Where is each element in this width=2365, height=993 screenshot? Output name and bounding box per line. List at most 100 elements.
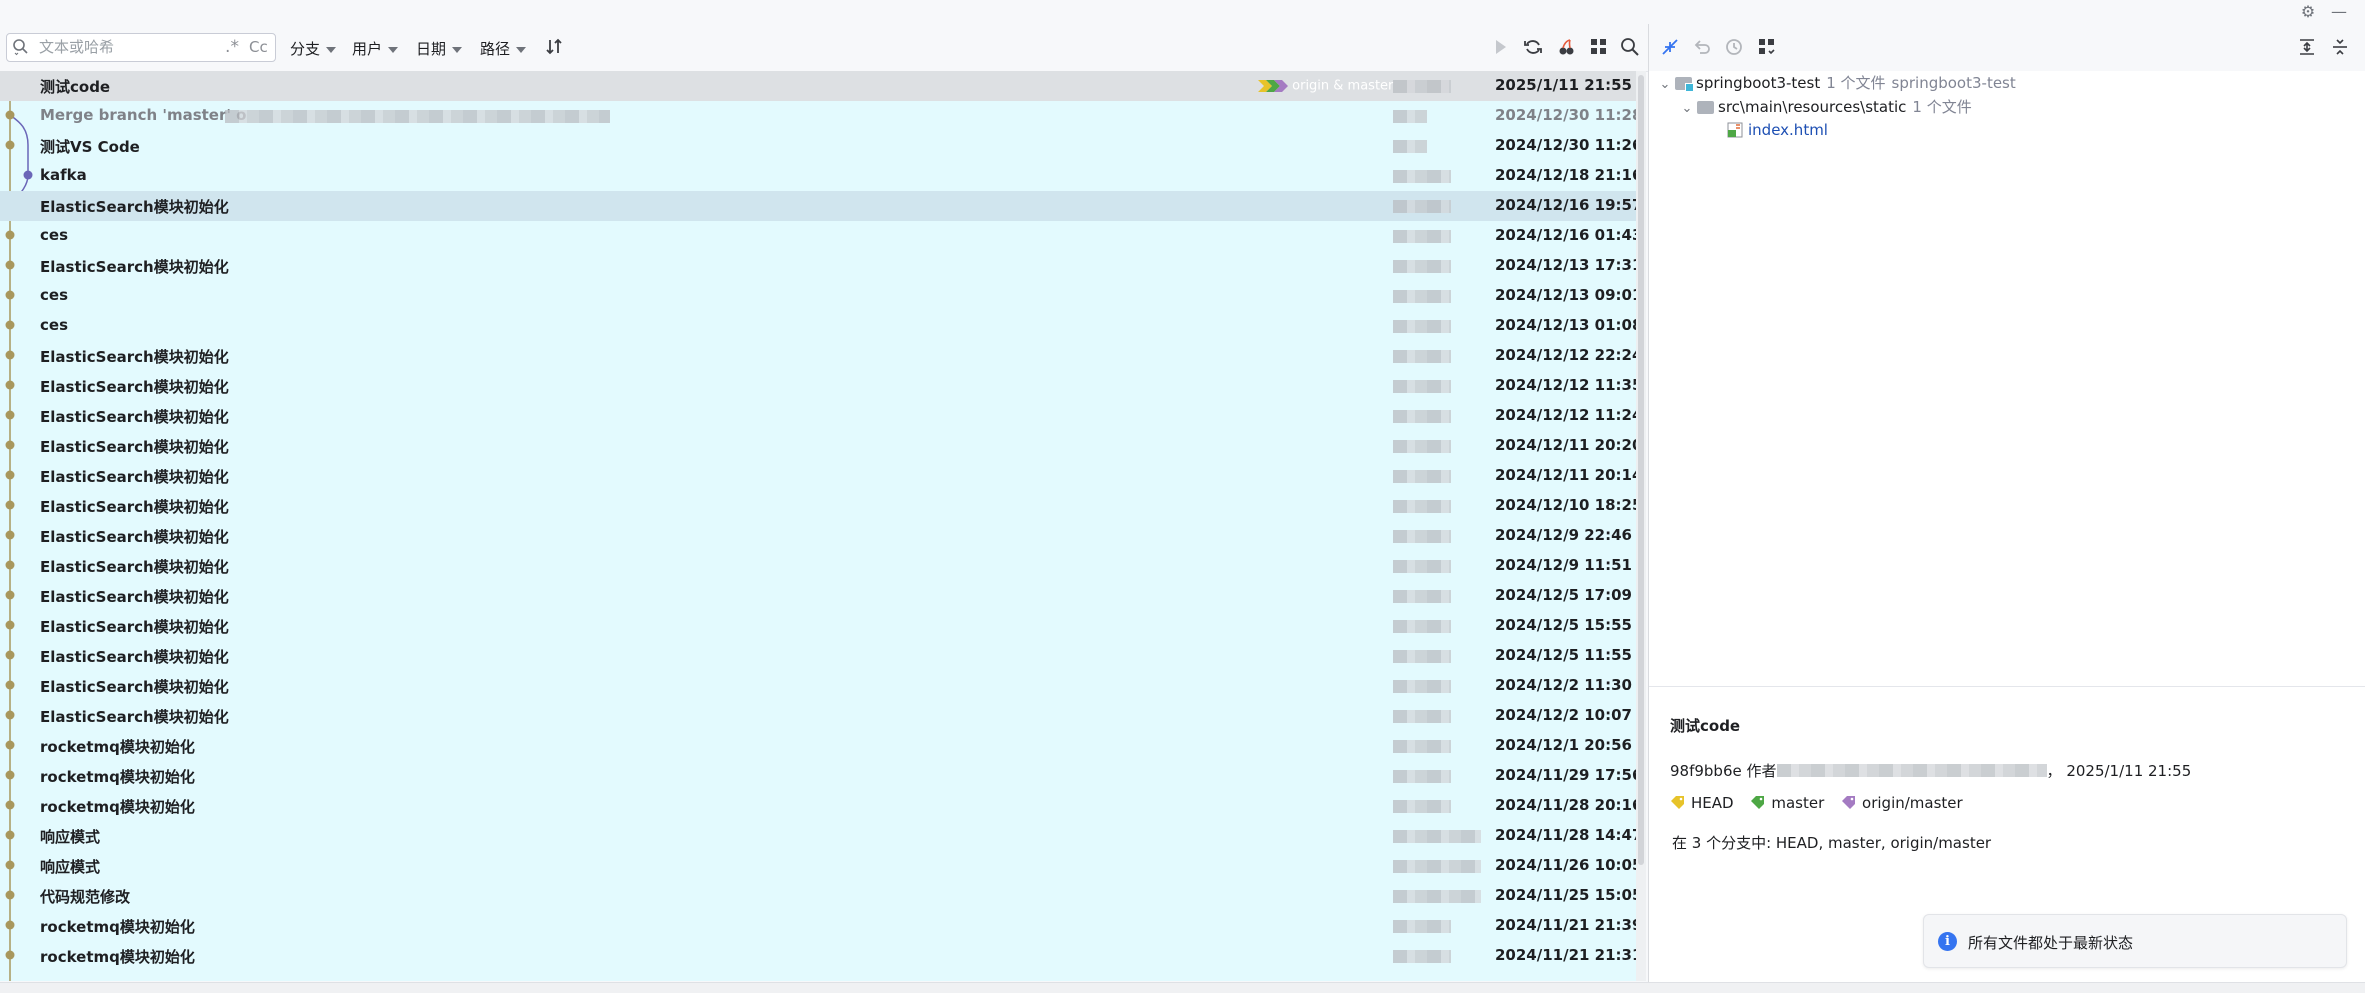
- commit-row[interactable]: ces 2024/12/13 01:08: [0, 311, 1636, 341]
- commit-date: 2024/12/30 11:26: [1495, 136, 1636, 154]
- commit-row[interactable]: ElasticSearch模块初始化 2024/12/12 22:24: [0, 341, 1636, 371]
- date-filter-dropdown[interactable]: 日期: [416, 38, 463, 58]
- redacted-author: [1393, 260, 1451, 273]
- notification-balloon[interactable]: i 所有文件都处于最新状态: [1923, 914, 2347, 968]
- commit-row[interactable]: ElasticSearch模块初始化 2024/12/13 17:31: [0, 251, 1636, 281]
- commit-date: 2024/12/13 09:01: [1495, 286, 1636, 304]
- redacted-author: [1393, 500, 1451, 513]
- commit-row[interactable]: ElasticSearch模块初始化 2024/12/2 11:30: [0, 671, 1636, 701]
- commit-subject: ElasticSearch模块初始化: [40, 558, 229, 576]
- commit-row[interactable]: rocketmq模块初始化 2024/11/21 21:31: [0, 941, 1636, 971]
- commit-row[interactable]: ElasticSearch模块初始化 2024/12/11 20:14: [0, 461, 1636, 491]
- commit-row[interactable]: ElasticSearch模块初始化 2024/12/5 15:55: [0, 611, 1636, 641]
- search-input[interactable]: [39, 37, 209, 57]
- cherry-pick-run-icon[interactable]: [1489, 36, 1511, 58]
- contained-in-branches: 在 3 个分支中: HEAD, master, origin/master: [1672, 834, 1992, 852]
- find-icon[interactable]: [1619, 36, 1641, 58]
- redacted-author: [1393, 710, 1451, 723]
- tree-node-folder[interactable]: ⌄ src\main\resources\static 1 个文件: [1679, 96, 1972, 118]
- module-label: springboot3-test: [1891, 74, 2016, 92]
- expand-all-icon[interactable]: [2296, 36, 2318, 58]
- commit-row[interactable]: ElasticSearch模块初始化 2024/12/10 18:25: [0, 491, 1636, 521]
- scroll-thumb[interactable]: [1638, 75, 1644, 865]
- commit-row[interactable]: ElasticSearch模块初始化 2024/12/16 19:57: [0, 191, 1636, 221]
- commit-date: 2024/11/29 17:56: [1495, 766, 1636, 784]
- commit-subject: ElasticSearch模块初始化: [40, 408, 229, 426]
- commit-row[interactable]: 响应模式 2024/11/26 10:05: [0, 851, 1636, 881]
- commit-row[interactable]: rocketmq模块初始化 2024/11/21 21:39: [0, 911, 1636, 941]
- ref-labels-text: origin & master: [1292, 78, 1394, 94]
- path-filter-dropdown[interactable]: 路径: [480, 38, 527, 58]
- path-filter-label: 路径: [480, 40, 511, 58]
- commit-date: 2024/12/2 11:30: [1495, 676, 1632, 694]
- commit-row[interactable]: ElasticSearch模块初始化 2024/12/5 17:09: [0, 581, 1636, 611]
- history-icon[interactable]: [1723, 36, 1745, 58]
- commit-row[interactable]: rocketmq模块初始化 2024/11/28 20:16: [0, 791, 1636, 821]
- commit-row[interactable]: kafka 2024/12/18 21:16: [0, 161, 1636, 191]
- commit-row[interactable]: ElasticSearch模块初始化 2024/12/9 11:51: [0, 551, 1636, 581]
- title-strip: ⚙ —: [0, 0, 2365, 25]
- search-icon: [13, 39, 28, 56]
- sort-icon[interactable]: [544, 36, 566, 58]
- changed-files-tree[interactable]: ⌄ springboot3-test 1 个文件 springboot3-test ⌄…: [1649, 71, 2365, 687]
- commit-row[interactable]: rocketmq模块初始化 2024/11/29 17:56: [0, 761, 1636, 791]
- commit-row[interactable]: ces 2024/12/13 09:01: [0, 281, 1636, 311]
- minimize-icon[interactable]: —: [2330, 3, 2348, 21]
- settings-gear-icon[interactable]: ⚙: [2299, 3, 2317, 21]
- commit-row[interactable]: 代码规范修改 2024/11/25 15:05: [0, 881, 1636, 911]
- commit-list[interactable]: 测试code origin & master 2025/1/11 21:55 Mer…: [0, 71, 1636, 981]
- log-toolbar: .* Cc 分支 用户 日期 路径: [0, 24, 1648, 72]
- chevron-down-icon[interactable]: ⌄: [1679, 101, 1695, 116]
- commit-row[interactable]: rocketmq模块初始化 2024/12/1 20:56: [0, 731, 1636, 761]
- commit-date: 2024/11/28 20:16: [1495, 796, 1636, 814]
- changes-toolbar: [1649, 24, 2365, 71]
- commit-row[interactable]: ElasticSearch模块初始化 2024/12/12 11:35: [0, 371, 1636, 401]
- commit-hash[interactable]: 98f9bb6e: [1670, 762, 1742, 780]
- ref-labels: origin & master: [1258, 78, 1393, 96]
- search-box[interactable]: .* Cc: [6, 33, 276, 62]
- commit-row[interactable]: ElasticSearch模块初始化 2024/12/2 10:07: [0, 701, 1636, 731]
- commit-subject: rocketmq模块初始化: [40, 798, 195, 816]
- commit-row[interactable]: ces 2024/12/16 01:43: [0, 221, 1636, 251]
- user-filter-dropdown[interactable]: 用户: [352, 38, 399, 58]
- revert-icon[interactable]: [1691, 36, 1713, 58]
- git-log-window: ⚙ — .* Cc 分支 用户 日期 路径 测试code origin & ma…: [0, 0, 2365, 993]
- commit-subject: ElasticSearch模块初始化: [40, 648, 229, 666]
- commit-row[interactable]: Merge branch 'master' o 2024/12/30 11:28: [0, 101, 1636, 131]
- tree-node-file[interactable]: index.html: [1727, 121, 1828, 143]
- redacted-author: [1393, 290, 1451, 303]
- group-by-icon[interactable]: [1756, 36, 1778, 58]
- cherry-pick-icon[interactable]: [1555, 36, 1577, 58]
- branch-filter-dropdown[interactable]: 分支: [290, 38, 337, 58]
- folder-path: src\main\resources\static: [1718, 98, 1907, 116]
- commit-row[interactable]: ElasticSearch模块初始化 2024/12/5 11:55: [0, 641, 1636, 671]
- commit-row[interactable]: ElasticSearch模块初始化 2024/12/11 20:20: [0, 431, 1636, 461]
- commit-subject: 响应模式: [40, 828, 101, 846]
- commit-subject: ces: [40, 286, 68, 304]
- commit-subject: ElasticSearch模块初始化: [40, 618, 229, 636]
- commit-list-scrollbar[interactable]: [1636, 71, 1646, 981]
- redacted-author: [1393, 800, 1451, 813]
- ref-origin-master: origin/master: [1841, 794, 1963, 812]
- refresh-icon[interactable]: [1522, 36, 1544, 58]
- grid-options-icon[interactable]: [1588, 36, 1610, 58]
- regex-toggle[interactable]: .*: [222, 37, 242, 57]
- commit-row[interactable]: 响应模式 2024/11/28 14:47: [0, 821, 1636, 851]
- module-folder-icon: [1675, 77, 1694, 92]
- redacted-author: [1393, 470, 1451, 483]
- detail-subject: 测试code: [1670, 717, 1741, 735]
- commit-row[interactable]: ElasticSearch模块初始化 2024/12/12 11:24: [0, 401, 1636, 431]
- redacted-author: [1393, 80, 1451, 93]
- diff-arrows-icon[interactable]: [1659, 36, 1681, 58]
- chevron-down-icon[interactable]: ⌄: [1657, 77, 1673, 92]
- commit-row[interactable]: 测试VS Code 2024/12/30 11:26: [0, 131, 1636, 161]
- collapse-all-icon[interactable]: [2329, 36, 2351, 58]
- redacted-author: [1393, 950, 1451, 963]
- tree-node-module[interactable]: ⌄ springboot3-test 1 个文件 springboot3-test: [1657, 72, 2016, 94]
- chevron-down-icon: [452, 46, 463, 53]
- match-case-toggle[interactable]: Cc: [249, 38, 268, 56]
- redacted-author: [1393, 200, 1451, 213]
- commit-row[interactable]: 测试code origin & master 2025/1/11 21:55: [0, 71, 1636, 101]
- tag-green-icon: [1751, 796, 1765, 809]
- commit-row[interactable]: ElasticSearch模块初始化 2024/12/9 22:46: [0, 521, 1636, 551]
